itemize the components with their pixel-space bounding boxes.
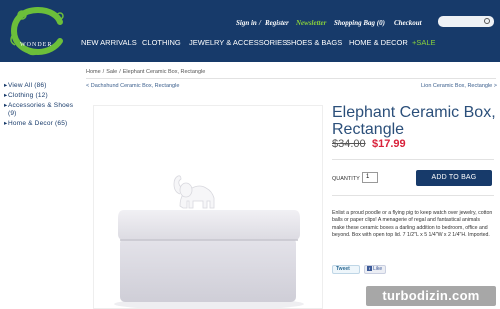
shopping-bag-link[interactable]: Shopping Bag (0) bbox=[334, 19, 385, 27]
register-link[interactable]: Register bbox=[265, 19, 289, 27]
site-header: WONDER Sign in / Register Newsletter Sho… bbox=[0, 0, 500, 62]
facebook-icon: f bbox=[367, 266, 372, 272]
utility-separator: / bbox=[259, 19, 261, 27]
sidebar-item-clothing[interactable]: ▸ Clothing (12) bbox=[4, 92, 82, 100]
newsletter-link[interactable]: Newsletter bbox=[296, 19, 326, 27]
product-description: Enlist a proud poodle or a flying pig to… bbox=[332, 210, 493, 238]
breadcrumb-home[interactable]: Home bbox=[86, 69, 101, 75]
add-to-bag-button[interactable]: ADD TO BAG bbox=[416, 170, 492, 186]
sidebar-item-label: Home & Decor (65) bbox=[8, 120, 68, 127]
breadcrumb-separator: / bbox=[102, 69, 105, 75]
nav-sale[interactable]: +SALE bbox=[412, 38, 436, 47]
breadcrumb: Home / Sale / Elephant Ceramic Box, Rectangl… bbox=[86, 69, 205, 75]
nav-shoes-bags[interactable]: SHOES & BAGS bbox=[286, 38, 342, 47]
watermark: turbodizin.com bbox=[366, 286, 496, 306]
sidebar-item-view-all[interactable]: ▸ View All (86) bbox=[4, 82, 82, 90]
divider bbox=[86, 78, 496, 79]
checkout-link[interactable]: Checkout bbox=[394, 19, 422, 27]
category-sidebar: ▸ View All (86) ▸ Clothing (12) ▸ Accessori… bbox=[4, 82, 82, 130]
product-image[interactable] bbox=[93, 105, 323, 309]
sidebar-item-label: Clothing (12) bbox=[8, 92, 48, 99]
tweet-label: Tweet bbox=[336, 266, 350, 272]
nav-new-arrivals[interactable]: NEW ARRIVALS bbox=[81, 38, 137, 47]
facebook-like-button[interactable]: f Like bbox=[364, 265, 386, 274]
product-title: Elephant Ceramic Box, Rectangle bbox=[332, 104, 496, 138]
nav-jewelry-accessories[interactable]: JEWELRY & ACCESSORIES bbox=[189, 38, 287, 47]
next-product-link[interactable]: Lion Ceramic Box, Rectangle > bbox=[421, 83, 497, 89]
sale-price: $17.99 bbox=[372, 138, 406, 150]
sidebar-item-accessories-shoes[interactable]: ▸ Accessories & Shoes (9) bbox=[4, 102, 82, 118]
like-label: Like bbox=[373, 266, 383, 272]
brand-name: WONDER bbox=[20, 42, 53, 48]
tweet-button[interactable]: Tweet bbox=[332, 265, 360, 274]
search-icon[interactable] bbox=[484, 18, 490, 24]
breadcrumb-separator: / bbox=[119, 69, 121, 75]
sidebar-item-home-decor[interactable]: ▸ Home & Decor (65) bbox=[4, 120, 82, 128]
ceramic-box-illustration bbox=[114, 175, 304, 309]
nav-clothing[interactable]: CLOTHING bbox=[142, 38, 181, 47]
sidebar-item-label: View All (86) bbox=[8, 82, 47, 89]
quantity-label: QUANTITY bbox=[332, 176, 360, 182]
nav-home-decor[interactable]: HOME & DECOR bbox=[349, 38, 408, 47]
quantity-field[interactable]: 1 bbox=[362, 172, 378, 183]
divider bbox=[332, 195, 494, 196]
brand-logo[interactable] bbox=[8, 6, 68, 56]
original-price: $34.00 bbox=[332, 138, 366, 150]
sign-in-link[interactable]: Sign in bbox=[236, 19, 257, 27]
breadcrumb-current: Elephant Ceramic Box, Rectangle bbox=[122, 69, 206, 75]
previous-product-link[interactable]: < Dachshund Ceramic Box, Rectangle bbox=[86, 83, 179, 89]
divider bbox=[332, 159, 494, 160]
sidebar-item-label: Accessories & Shoes (9) bbox=[8, 102, 74, 117]
breadcrumb-sale[interactable]: Sale bbox=[106, 69, 117, 75]
search-input[interactable] bbox=[438, 16, 494, 27]
